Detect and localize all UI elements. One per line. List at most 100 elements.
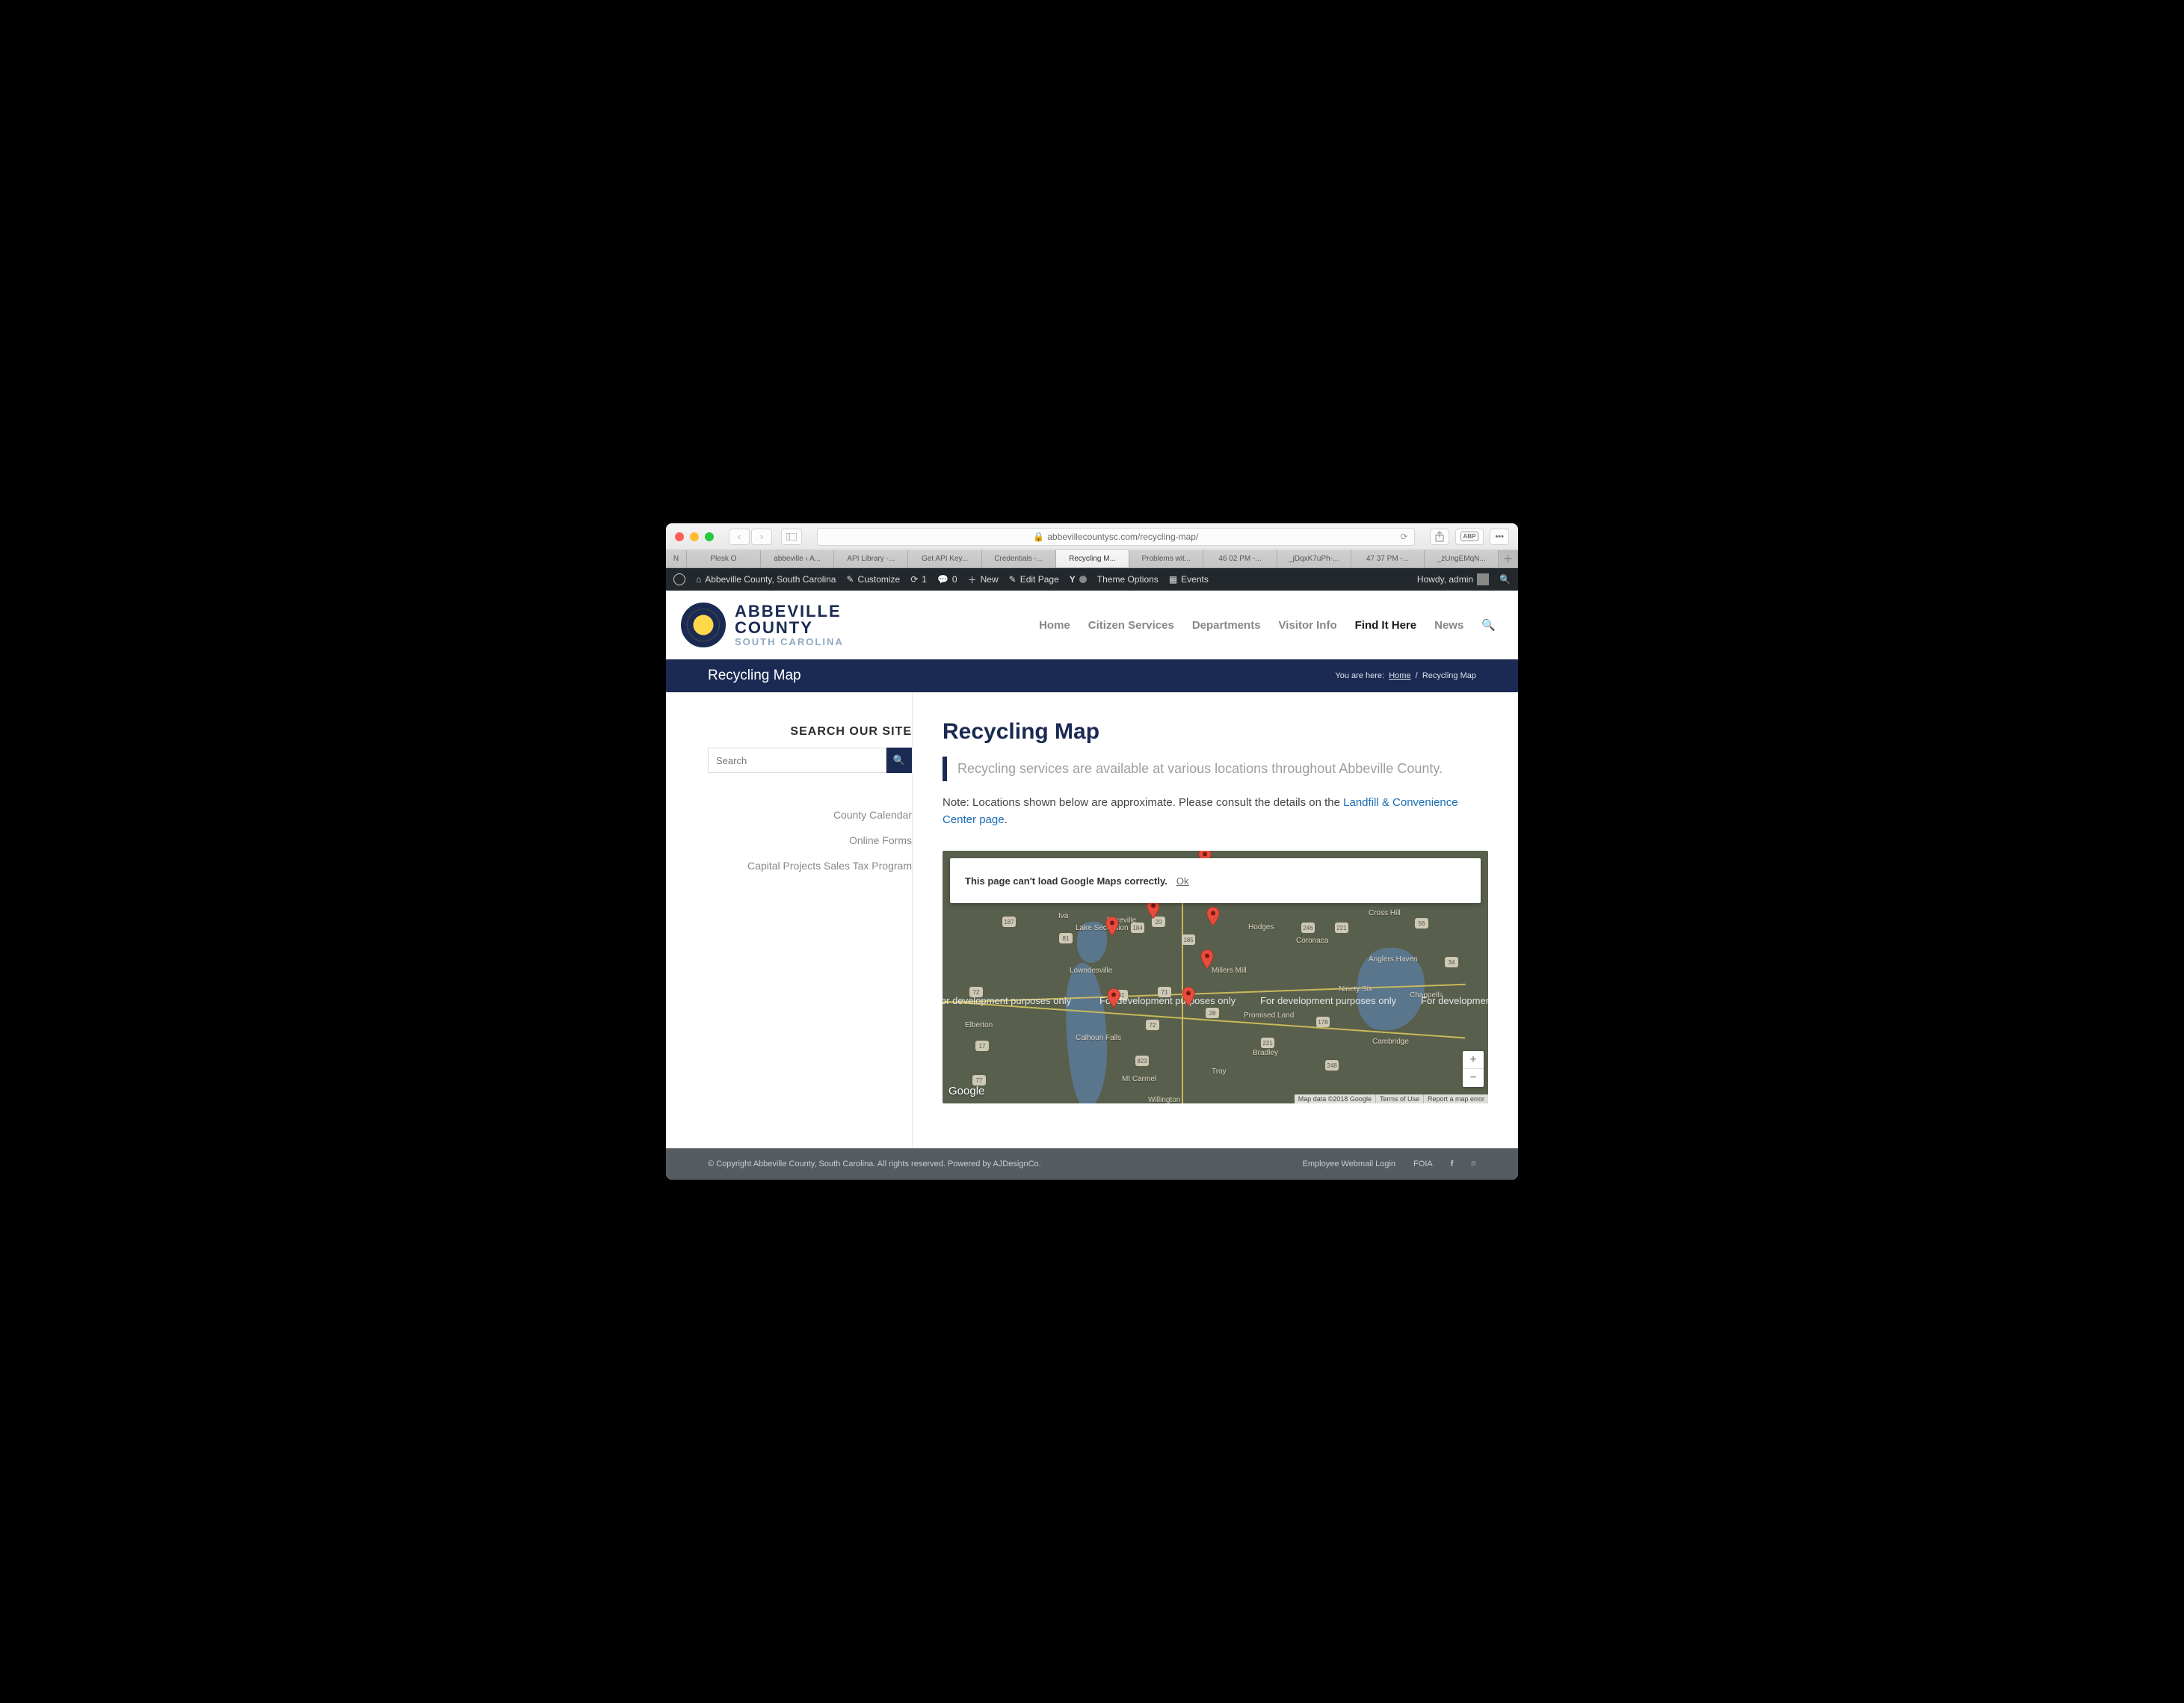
yoast-icon: Y <box>1070 574 1076 585</box>
sidebar-toggle[interactable] <box>781 529 802 545</box>
avatar-icon <box>1477 573 1489 585</box>
dev-watermark: For development purposes only <box>1260 995 1396 1006</box>
browser-tab[interactable]: 46 02 PM -... <box>1203 550 1277 567</box>
map-pin-icon[interactable] <box>1105 917 1119 936</box>
wp-howdy[interactable]: Howdy, admin <box>1417 573 1489 585</box>
share-button[interactable] <box>1430 529 1449 545</box>
brush-icon: ✎ <box>846 574 854 585</box>
route-shield: 178 <box>1316 1017 1330 1027</box>
zoom-in-button[interactable]: + <box>1463 1051 1484 1069</box>
map-city-label: Cross Hill <box>1369 909 1401 917</box>
wp-site-name[interactable]: ⌂ Abbeville County, South Carolina <box>696 574 836 585</box>
browser-tab[interactable]: Problems wit... <box>1129 550 1203 567</box>
wp-customize[interactable]: ✎ Customize <box>846 574 900 585</box>
search-icon: 🔍 <box>893 754 905 766</box>
wp-yoast[interactable]: Y <box>1070 574 1087 585</box>
close-window[interactable] <box>675 532 684 541</box>
sidebar-link[interactable]: Capital Projects Sales Tax Program <box>708 860 912 872</box>
dev-watermark: For development purposes only <box>1421 995 1488 1006</box>
sidebar-link[interactable]: County Calendar <box>708 809 912 821</box>
wp-new[interactable]: ＋ New <box>968 573 999 586</box>
browser-tab[interactable]: Credentials -... <box>982 550 1056 567</box>
logo-text: ABBEVILLE COUNTY SOUTH CAROLINA <box>735 603 844 647</box>
browser-tab[interactable]: N <box>666 550 687 567</box>
plus-icon: ＋ <box>968 573 977 586</box>
nav-item-departments[interactable]: Departments <box>1192 619 1261 632</box>
map-attribution: Map data ©2018 GoogleTerms of UseReport … <box>1295 1094 1488 1103</box>
nav-item-find-it-here[interactable]: Find It Here <box>1355 619 1417 632</box>
nav-search-icon[interactable]: 🔍 <box>1481 618 1496 632</box>
reload-icon[interactable]: ⟳ <box>1400 532 1407 542</box>
breadcrumb-home[interactable]: Home <box>1389 671 1410 680</box>
search-button[interactable]: 🔍 <box>886 748 912 773</box>
map-city-label: Iva <box>1058 912 1068 920</box>
route-shield: 187 <box>1002 917 1016 927</box>
zoom-out-button[interactable]: − <box>1463 1069 1484 1087</box>
nav-item-citizen-services[interactable]: Citizen Services <box>1088 619 1174 632</box>
browser-tab[interactable]: abbeville ‹ A... <box>761 550 835 567</box>
wp-logo[interactable] <box>673 573 685 585</box>
footer-link[interactable]: Employee Webmail Login <box>1303 1160 1396 1168</box>
map-city-label: Lake Secession <box>1076 924 1129 932</box>
main-content: Recycling Map Recycling services are ava… <box>913 692 1518 1148</box>
main-nav: Home Citizen Services Departments Visitor I… <box>1039 618 1496 632</box>
route-shield: 185 <box>1182 934 1195 945</box>
browser-tab[interactable]: Plesk O <box>687 550 761 567</box>
facebook-icon[interactable]: f <box>1451 1160 1454 1168</box>
sidebar-link[interactable]: Online Forms <box>708 834 912 846</box>
footer-link[interactable]: FOIA <box>1413 1160 1433 1168</box>
map-error-ok[interactable]: Ok <box>1176 875 1189 887</box>
map-pin-icon[interactable] <box>1206 907 1220 926</box>
route-shield: 34 <box>1445 957 1458 967</box>
map-pin-icon[interactable] <box>1200 949 1214 969</box>
sidebar-links: County Calendar Online Forms Capital Proje… <box>708 809 912 872</box>
forward-button[interactable]: › <box>751 529 772 545</box>
wp-events[interactable]: ▦ Events <box>1169 574 1209 585</box>
route-shield: 72 <box>1146 1020 1159 1030</box>
route-shield: 246 <box>1301 923 1315 933</box>
abp-button[interactable]: ABP <box>1455 529 1484 545</box>
browser-tab[interactable]: Get API Key... <box>908 550 982 567</box>
search-input[interactable] <box>708 748 886 773</box>
route-shield: 221 <box>1261 1038 1274 1048</box>
map-pin-icon[interactable] <box>1182 987 1195 1006</box>
map-attrib-link[interactable]: Terms of Use <box>1375 1094 1423 1103</box>
traffic-lights <box>675 532 714 541</box>
note-text: Note: Locations shown below are approxim… <box>943 795 1488 828</box>
browser-tab[interactable]: Recycling M... <box>1056 550 1130 567</box>
wp-search-icon[interactable]: 🔍 <box>1499 574 1511 585</box>
maximize-window[interactable] <box>705 532 714 541</box>
map-city-label: Anglers Haven <box>1369 955 1418 964</box>
browser-tab[interactable]: _zUngEMqN... <box>1425 550 1499 567</box>
nav-item-news[interactable]: News <box>1434 619 1463 632</box>
browser-tab[interactable]: _jDqxK7uPh-... <box>1277 550 1351 567</box>
browser-tab[interactable]: API Library -... <box>834 550 908 567</box>
wp-theme-options[interactable]: Theme Options <box>1097 574 1159 585</box>
route-shield: 77 <box>972 1075 986 1085</box>
new-tab-button[interactable]: ＋ <box>1499 550 1518 567</box>
more-button[interactable]: ••• <box>1490 529 1509 545</box>
back-button[interactable]: ‹ <box>729 529 750 545</box>
map-container[interactable]: This page can't load Google Maps correct… <box>943 851 1488 1103</box>
wp-adminbar: ⌂ Abbeville County, South Carolina ✎ Cus… <box>666 568 1518 591</box>
instagram-icon[interactable]: ⌾ <box>1471 1160 1476 1169</box>
minimize-window[interactable] <box>690 532 699 541</box>
map-city-label: Calhoun Falls <box>1076 1034 1121 1042</box>
map-pin-icon[interactable] <box>1107 988 1120 1008</box>
comment-icon: 💬 <box>937 574 948 585</box>
nav-item-visitor-info[interactable]: Visitor Info <box>1279 619 1337 632</box>
browser-tab[interactable]: 47 37 PM -... <box>1351 550 1425 567</box>
nav-item-home[interactable]: Home <box>1039 619 1070 632</box>
page-title-strip: Recycling Map You are here: Home / Recyc… <box>666 659 1518 692</box>
wp-updates[interactable]: ⟳ 1 <box>910 574 927 585</box>
wp-edit[interactable]: ✎ Edit Page <box>1009 574 1059 585</box>
wp-comments[interactable]: 💬 0 <box>937 574 957 585</box>
map-attrib-link[interactable]: Report a map error <box>1423 1094 1488 1103</box>
map-city-label: Mt Carmel <box>1122 1075 1156 1083</box>
address-bar[interactable]: 🔒 abbevillecountysc.com/recycling-map/ ⟳ <box>817 528 1415 546</box>
map-error-text: This page can't load Google Maps correct… <box>965 875 1167 887</box>
map-zoom-controls: + − <box>1463 1051 1484 1087</box>
map-city-label: Cambridge <box>1372 1038 1409 1046</box>
map-city-label: Lowndesville <box>1070 967 1112 975</box>
site-logo[interactable]: ABBEVILLE COUNTY SOUTH CAROLINA <box>681 603 844 647</box>
